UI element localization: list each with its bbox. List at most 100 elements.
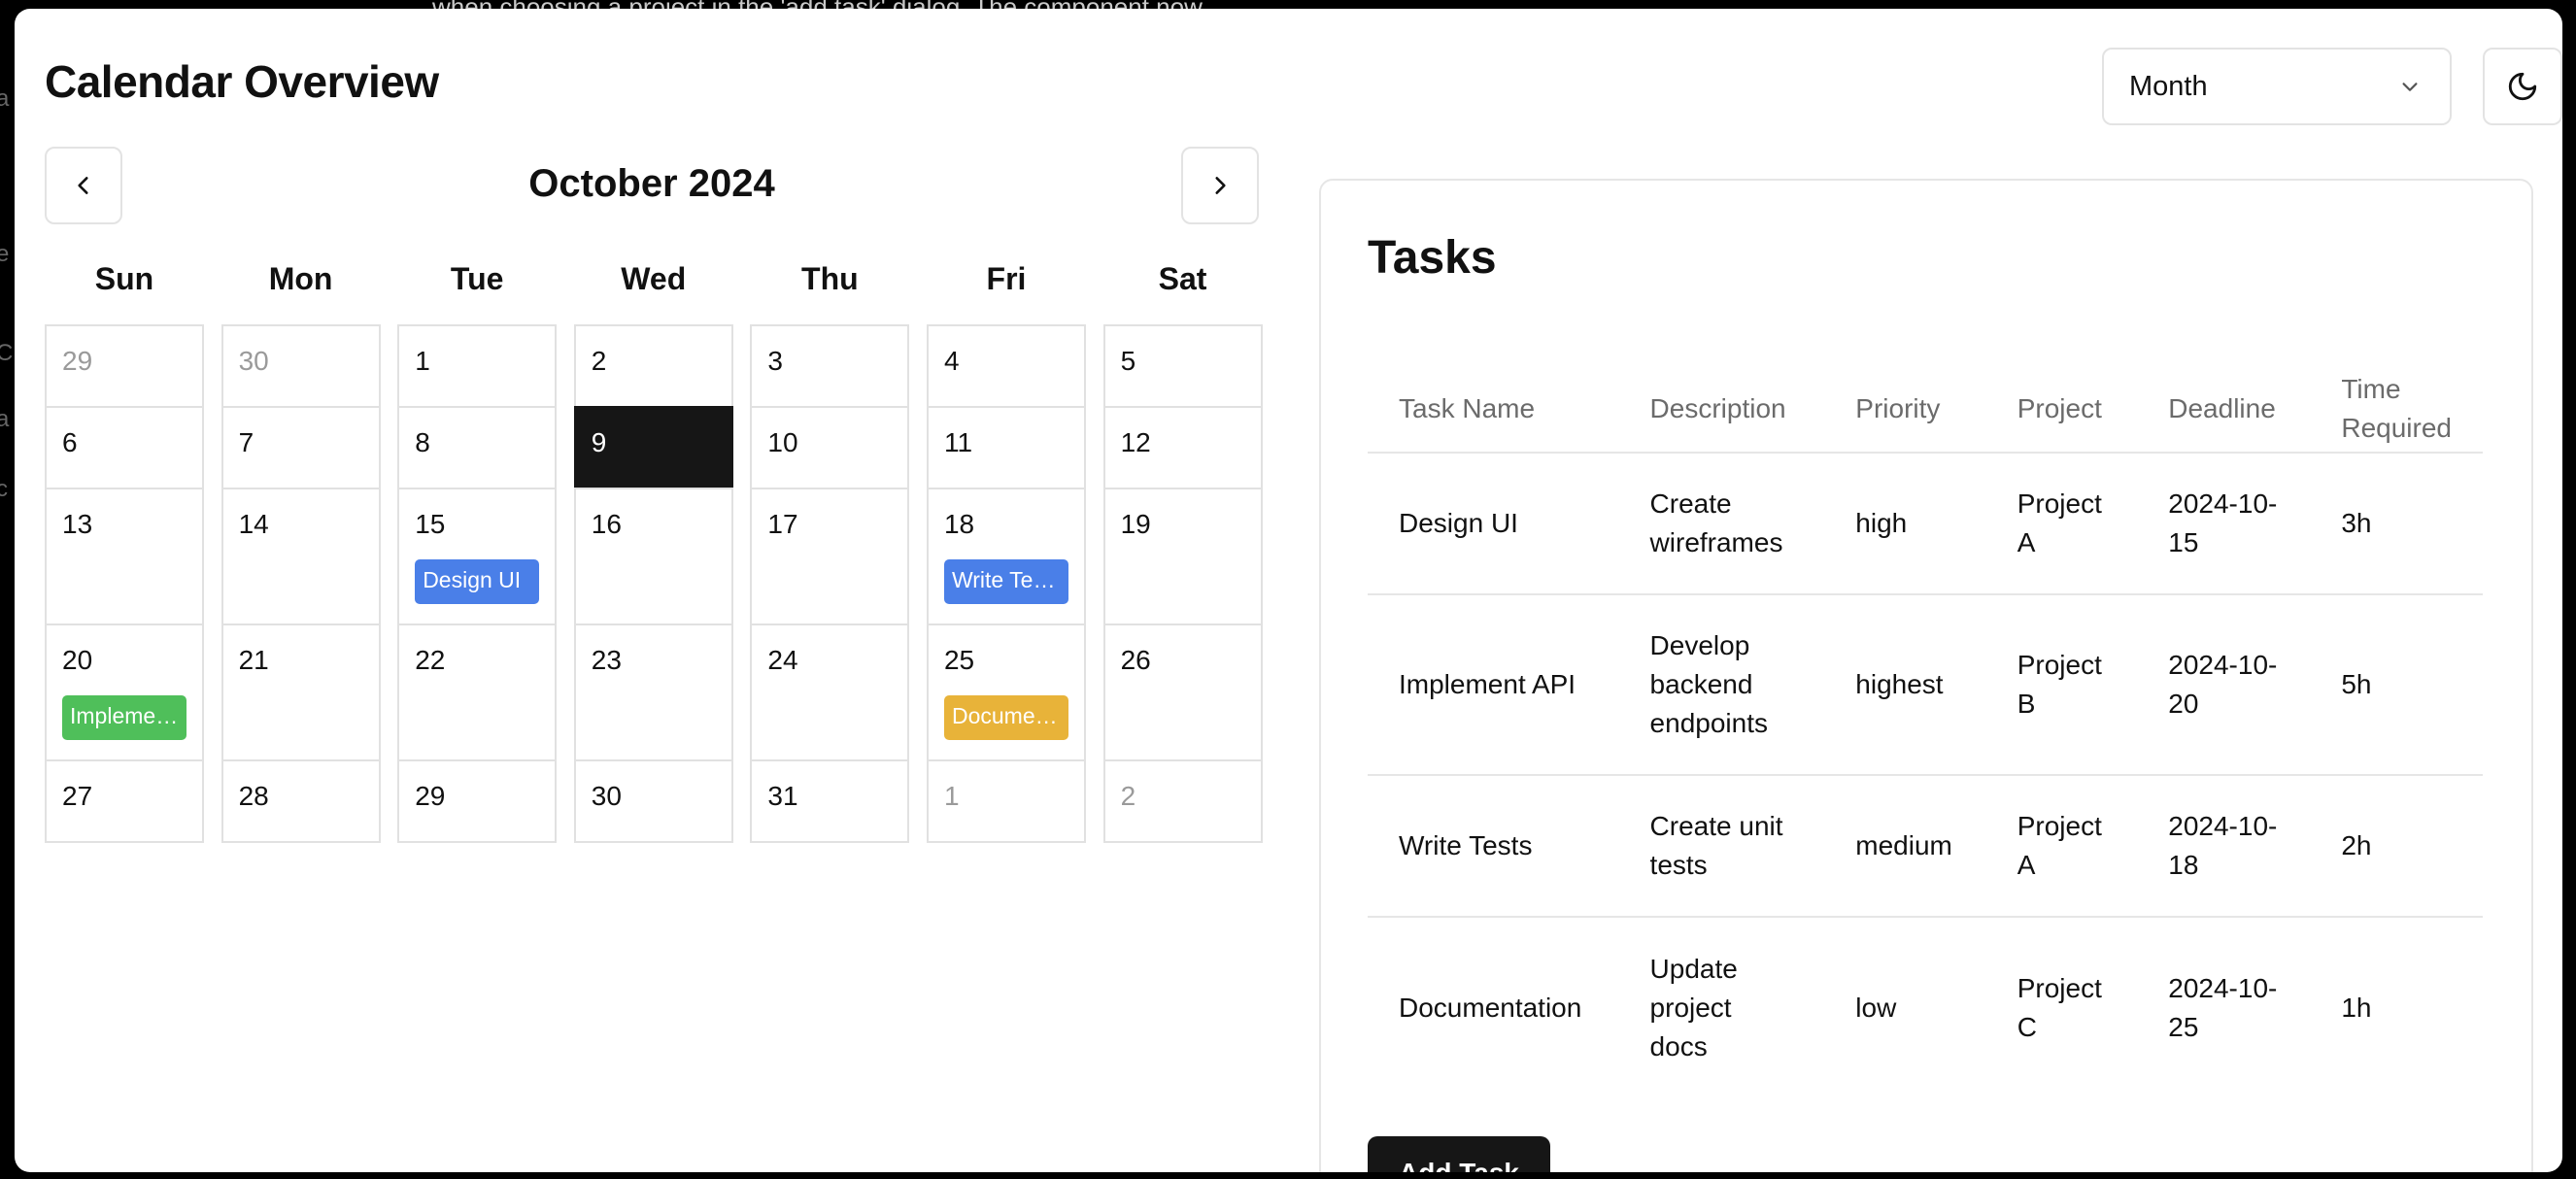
day-number: 3 — [767, 346, 783, 376]
calendar-day[interactable]: 16 — [573, 488, 733, 625]
task-deadline-cell: 2024-10-15 — [2137, 453, 2311, 595]
calendar-day[interactable]: 30 — [220, 324, 381, 408]
calendar-day[interactable]: 14 — [220, 488, 381, 625]
day-number: 11 — [943, 427, 973, 457]
calendar-event-chip[interactable]: Impleme… — [62, 695, 186, 740]
calendar-day[interactable]: 24 — [750, 623, 910, 761]
day-number: 25 — [943, 645, 975, 675]
calendar-event-chip[interactable]: Docume… — [943, 695, 1068, 740]
task-name-cell: Design UI — [1368, 453, 1619, 595]
calendar-day[interactable]: 4 — [926, 324, 1086, 408]
calendar-day[interactable]: 27 — [45, 759, 204, 843]
task-priority-cell: medium — [1824, 775, 1986, 918]
add-task-button[interactable]: Add Task — [1368, 1136, 1550, 1172]
calendar-day[interactable]: 2 — [1102, 759, 1263, 843]
column-header-time-required: Time Required — [2310, 365, 2483, 454]
calendar-day-today[interactable]: 9 — [573, 406, 733, 489]
table-row[interactable]: Write Tests Create unit tests medium Pro… — [1368, 775, 2483, 918]
column-header-project: Project — [1985, 365, 2138, 454]
day-number: 19 — [1120, 509, 1151, 539]
day-number: 16 — [591, 509, 622, 539]
day-number: 9 — [591, 427, 607, 457]
theme-toggle-button[interactable] — [2483, 48, 2562, 125]
calendar-day[interactable]: 1 — [397, 324, 558, 408]
task-time-cell: 5h — [2310, 594, 2483, 776]
task-description-cell: Update project docs — [1649, 953, 1738, 1061]
calendar-day[interactable]: 2 — [573, 324, 733, 408]
table-row[interactable]: Documentation Update project docs low Pr… — [1368, 917, 2483, 1097]
column-header-priority: Priority — [1824, 365, 1986, 454]
task-project-cell: Project C — [2017, 972, 2102, 1042]
calendar-day[interactable]: 12 — [1102, 406, 1263, 489]
weekday-label: Sat — [1158, 261, 1207, 296]
task-name-cell: Write Tests — [1368, 775, 1619, 918]
next-month-button[interactable] — [1181, 147, 1259, 224]
background-fragment: l — [0, 544, 1, 571]
task-time-cell: 2h — [2310, 775, 2483, 918]
task-project-cell: Project A — [1985, 453, 2138, 595]
column-header-time-line2: Required — [2341, 412, 2452, 443]
day-number: 18 — [943, 509, 975, 539]
calendar-day[interactable]: 3 — [750, 324, 910, 408]
calendar-day[interactable]: 19 — [1102, 488, 1263, 625]
day-number: 27 — [62, 781, 93, 811]
day-number: 5 — [1120, 346, 1136, 376]
background-fragment: e — [0, 241, 10, 267]
calendar-day-grid: 29 30 1 2 3 4 5 6 7 8 9 10 11 12 13 14 15 Design UI 16 17 18… — [45, 324, 1263, 843]
day-number: 20 — [62, 645, 93, 675]
task-priority-cell: low — [1855, 992, 1897, 1023]
calendar-day[interactable]: 23 — [573, 623, 733, 761]
calendar-day[interactable]: 5 — [1102, 324, 1263, 408]
calendar-event-chip[interactable]: Write Te… — [943, 559, 1068, 604]
view-mode-value: Month — [2129, 70, 2208, 102]
table-row[interactable]: Design UI Create wireframes high Project… — [1368, 453, 2483, 595]
task-priority-cell: high — [1824, 453, 1986, 595]
calendar-day[interactable]: 21 — [220, 623, 381, 761]
calendar-day[interactable]: 28 — [220, 759, 381, 843]
month-label: October 2024 — [528, 162, 775, 205]
day-number: 15 — [415, 509, 446, 539]
calendar-day[interactable]: 31 — [750, 759, 910, 843]
weekday-label: Mon — [268, 261, 333, 296]
page-title: Calendar Overview — [45, 56, 439, 107]
calendar-day[interactable]: 30 — [573, 759, 733, 843]
calendar-day[interactable]: 6 — [45, 406, 204, 489]
calendar-day[interactable]: 18 Write Te… — [926, 488, 1086, 625]
chevron-left-icon — [78, 177, 88, 194]
chevron-right-icon — [1215, 177, 1226, 194]
day-number: 26 — [1120, 645, 1151, 675]
day-number: 4 — [943, 346, 960, 376]
task-description-cell: Develop backend endpoints — [1618, 594, 1825, 776]
tasks-title: Tasks — [1368, 232, 1497, 284]
calendar-day[interactable]: 25 Docume… — [926, 623, 1086, 761]
column-header-time-line1: Time — [2341, 373, 2401, 404]
calendar-event-chip[interactable]: Design UI — [415, 559, 540, 604]
calendar-day[interactable]: 17 — [750, 488, 910, 625]
calendar-day[interactable]: 8 — [397, 406, 558, 489]
day-number: 8 — [415, 427, 430, 457]
calendar-day[interactable]: 22 — [397, 623, 558, 761]
calendar-day[interactable]: 11 — [926, 406, 1086, 489]
calendar-day[interactable]: 10 — [750, 406, 910, 489]
background-fragment: a — [0, 406, 10, 432]
calendar-day[interactable]: 13 — [45, 488, 204, 625]
task-project-cell: Project A — [1985, 775, 2138, 918]
calendar-day[interactable]: 26 — [1102, 623, 1263, 761]
table-row[interactable]: Implement API Develop backend endpoints … — [1368, 594, 2483, 776]
day-number: 23 — [591, 645, 622, 675]
day-number: 2 — [1120, 781, 1136, 811]
day-number: 24 — [767, 645, 798, 675]
weekday-header-row: Sun Mon Tue Wed Thu Fri Sat — [45, 261, 1259, 310]
view-mode-select[interactable]: Month — [2102, 48, 2452, 125]
calendar-day[interactable]: 20 Impleme… — [45, 623, 204, 761]
previous-month-button[interactable] — [45, 147, 122, 224]
calendar-day[interactable]: 7 — [220, 406, 381, 489]
task-deadline-cell: 2024-10-18 — [2137, 775, 2311, 918]
calendar-day[interactable]: 1 — [926, 759, 1086, 843]
calendar-day[interactable]: 29 — [45, 324, 204, 408]
calendar-day[interactable]: 29 — [397, 759, 558, 843]
calendar-day[interactable]: 15 Design UI — [397, 488, 558, 625]
task-deadline-cell: 2024-10-25 — [2168, 972, 2278, 1042]
day-number: 31 — [767, 781, 798, 811]
day-number: 7 — [238, 427, 254, 457]
